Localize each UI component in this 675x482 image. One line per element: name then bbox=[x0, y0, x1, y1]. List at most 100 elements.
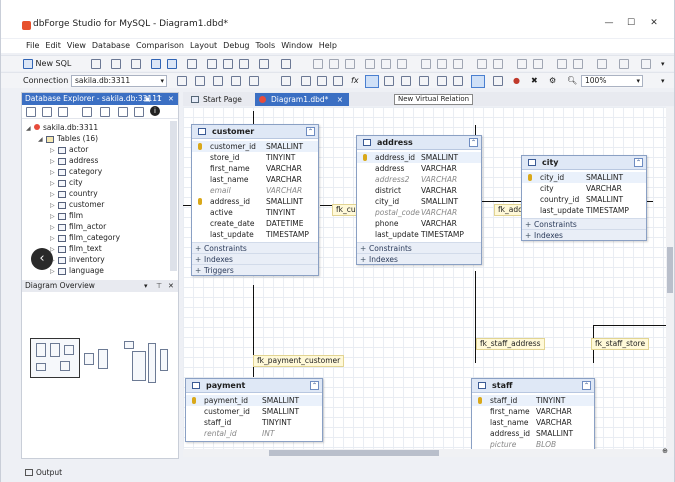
relation-label[interactable]: fk_staff_address bbox=[476, 338, 545, 350]
minimize-button[interactable]: — bbox=[601, 17, 617, 29]
menu-layout[interactable]: Layout bbox=[187, 39, 220, 53]
close-button[interactable]: ✕ bbox=[646, 17, 662, 29]
canvas-horizontal-scrollbar[interactable]: ⊕ bbox=[183, 447, 674, 457]
field-row[interactable]: active TINYINT bbox=[192, 207, 318, 218]
distribute-horizontal-icon[interactable] bbox=[517, 58, 527, 69]
field-row[interactable]: email VARCHAR bbox=[192, 185, 318, 196]
menu-window[interactable]: Window bbox=[278, 39, 316, 53]
align-left-icon[interactable] bbox=[313, 58, 323, 69]
collapse-icon[interactable]: ⌃ bbox=[469, 138, 478, 147]
entity-payment[interactable]: ⌃ payment payment_id SMALLINT customer_id SMA… bbox=[185, 378, 323, 442]
same-width-icon[interactable] bbox=[421, 58, 431, 69]
lock-icon[interactable] bbox=[419, 75, 429, 86]
open-folder-icon[interactable] bbox=[131, 58, 141, 69]
field-row[interactable]: city_id SMALLINT bbox=[522, 172, 646, 183]
explorer-scrollbar[interactable] bbox=[170, 121, 177, 271]
field-row[interactable]: address_id SMALLINT bbox=[357, 152, 481, 163]
canvas-vertical-scrollbar[interactable] bbox=[666, 107, 674, 449]
decrease-spacing-icon[interactable] bbox=[573, 58, 583, 69]
table-node-film_actor[interactable]: ▷ film_actor bbox=[50, 222, 106, 232]
zoom-select[interactable]: 100% ▾ bbox=[581, 75, 643, 87]
field-row[interactable]: last_name VARCHAR bbox=[472, 417, 594, 428]
menu-comparison[interactable]: Comparison bbox=[133, 39, 187, 53]
connect-icon[interactable] bbox=[100, 107, 110, 117]
pointer-icon[interactable] bbox=[281, 75, 291, 86]
container-icon[interactable] bbox=[301, 75, 311, 86]
zoom-fit-icon[interactable]: ⊕ bbox=[662, 447, 668, 455]
pin-icon[interactable]: ⊤ bbox=[156, 280, 162, 292]
copy-icon[interactable] bbox=[223, 58, 233, 69]
table-node-film_category[interactable]: ▷ film_category bbox=[50, 233, 120, 243]
collapse-icon[interactable]: ⌃ bbox=[634, 158, 643, 167]
layout-icon[interactable] bbox=[493, 75, 503, 86]
align-middle-icon[interactable] bbox=[381, 58, 391, 69]
entity-city[interactable]: ⌃ city city_id SMALLINT city VARCHAR country_i… bbox=[521, 155, 647, 241]
open-icon[interactable] bbox=[91, 58, 101, 69]
pin-icon[interactable]: ⊤ bbox=[156, 93, 162, 105]
cut-icon[interactable] bbox=[207, 58, 217, 69]
table-node-customer[interactable]: ▷ customer bbox=[50, 200, 104, 210]
same-height-icon[interactable] bbox=[437, 58, 447, 69]
table-node-category[interactable]: ▷ category bbox=[50, 167, 102, 177]
field-row[interactable]: country_id SMALLINT bbox=[522, 194, 646, 205]
menu-debug[interactable]: Debug bbox=[220, 39, 252, 53]
entity-header[interactable]: ⌃ payment bbox=[186, 379, 322, 393]
output-tab[interactable]: Output bbox=[36, 468, 62, 477]
comment-toggle-button[interactable] bbox=[471, 75, 485, 88]
table-node-country[interactable]: ▷ country bbox=[50, 189, 98, 199]
new-sql-button[interactable]: New SQL bbox=[23, 58, 71, 70]
tables-folder-node[interactable]: ◢ Tables (16) bbox=[38, 134, 98, 144]
info-icon[interactable]: i bbox=[150, 106, 160, 116]
table-node-film[interactable]: ▷ film bbox=[50, 211, 83, 221]
disconnect-icon[interactable] bbox=[118, 107, 128, 117]
undo-icon[interactable] bbox=[259, 58, 269, 69]
increase-spacing-icon[interactable] bbox=[557, 58, 567, 69]
entity-staff[interactable]: ⌃ staff staff_id TINYINT first_name VARCHAR la… bbox=[471, 378, 595, 449]
table-node-address[interactable]: ▷ address bbox=[50, 156, 98, 166]
menu-view[interactable]: View bbox=[64, 39, 89, 53]
collapse-pane-button[interactable]: ‹ bbox=[31, 248, 53, 270]
align-bottom-icon[interactable] bbox=[397, 58, 407, 69]
new-file-icon[interactable] bbox=[111, 58, 121, 69]
function-icon[interactable] bbox=[249, 75, 259, 86]
field-row[interactable]: rental_id INT bbox=[186, 428, 322, 439]
entity-address[interactable]: ⌃ address address_id SMALLINT address VARCHAR… bbox=[356, 135, 482, 265]
pane-menu-icon[interactable]: ▣ bbox=[144, 93, 151, 105]
field-row[interactable]: city VARCHAR bbox=[522, 183, 646, 194]
print-diagram-icon[interactable] bbox=[453, 75, 463, 86]
diagram-canvas[interactable]: fk_customer_address fk_address_city fk_p… bbox=[183, 107, 666, 449]
table-node-actor[interactable]: ▷ actor bbox=[50, 145, 88, 155]
paste-icon[interactable] bbox=[239, 58, 249, 69]
delete-icon[interactable]: ✖ bbox=[531, 75, 538, 87]
menu-database[interactable]: Database bbox=[89, 39, 133, 53]
section-constraints[interactable]: + Constraints bbox=[357, 242, 481, 253]
relation-label[interactable]: fk_staff_store bbox=[591, 338, 650, 350]
field-row[interactable]: address2 VARCHAR bbox=[357, 174, 481, 185]
table-icon[interactable] bbox=[195, 75, 205, 86]
field-row[interactable]: picture BLOB bbox=[472, 439, 594, 449]
field-row[interactable]: staff_id TINYINT bbox=[186, 417, 322, 428]
table-node-inventory[interactable]: ▷inventory bbox=[50, 255, 105, 265]
fx-icon[interactable]: fx bbox=[351, 75, 359, 87]
table-node-language[interactable]: ▷ language bbox=[50, 266, 104, 276]
align-center-icon[interactable] bbox=[329, 58, 339, 69]
maximize-button[interactable]: ☐ bbox=[623, 17, 639, 29]
filter-icon[interactable] bbox=[134, 107, 144, 117]
menu-edit[interactable]: Edit bbox=[42, 39, 64, 53]
field-row[interactable]: customer_id SMALLINT bbox=[186, 406, 322, 417]
section-indexes[interactable]: + Indexes bbox=[192, 253, 318, 264]
remove-spacing-icon[interactable] bbox=[597, 58, 607, 69]
align-top-icon[interactable] bbox=[365, 58, 375, 69]
field-row[interactable]: last_update TIMESTAMP bbox=[522, 205, 646, 216]
section-constraints[interactable]: + Constraints bbox=[192, 242, 318, 253]
collapse-icon[interactable]: ⌃ bbox=[306, 127, 315, 136]
collapse-icon[interactable]: ⌃ bbox=[310, 381, 319, 390]
table-node-city[interactable]: ▷ city bbox=[50, 178, 83, 188]
new-connection-icon[interactable] bbox=[82, 107, 92, 117]
procedure-icon[interactable] bbox=[231, 75, 241, 86]
copy-connection-icon[interactable] bbox=[58, 107, 68, 117]
tab-diagram1[interactable]: Diagram1.dbd* × bbox=[255, 93, 349, 106]
settings-icon[interactable]: ⚙ bbox=[549, 75, 556, 87]
entity-customer[interactable]: ⌃ customer customer_id SMALLINT store_id TINY… bbox=[191, 124, 319, 276]
align-right-icon[interactable] bbox=[345, 58, 355, 69]
